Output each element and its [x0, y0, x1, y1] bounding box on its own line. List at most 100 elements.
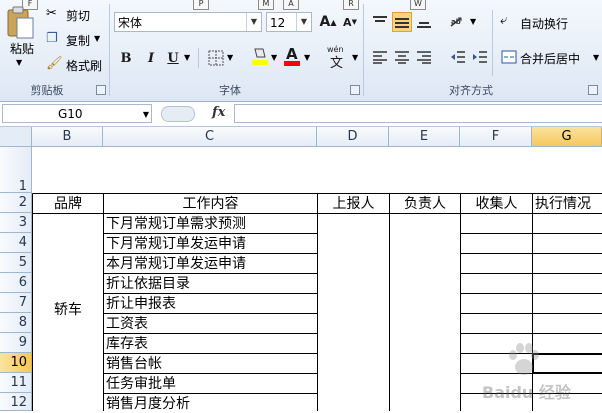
format-painter-label: 格式刷 [66, 59, 103, 73]
align-left-button[interactable] [370, 47, 390, 67]
text-orientation-icon: ab [450, 17, 462, 27]
font-launcher-icon[interactable] [350, 85, 360, 95]
font-color-button[interactable]: A [282, 45, 302, 66]
task-cell[interactable]: 下月常规订单需求预测 [106, 214, 316, 233]
merge-dropdown-icon[interactable]: ▼ [593, 53, 599, 62]
font-size-combo[interactable]: 12 ▼ [266, 12, 312, 32]
scissors-icon: ✂ [46, 6, 57, 21]
underline-icon: U [167, 50, 179, 66]
clipboard-launcher-icon[interactable] [96, 85, 106, 95]
align-middle-icon [395, 18, 409, 28]
formula-input[interactable] [234, 104, 602, 123]
align-right-button[interactable] [414, 47, 434, 67]
task-cell[interactable]: 折让依据目录 [106, 274, 316, 293]
phonetic-button[interactable]: wén 文 [326, 45, 350, 71]
copy-button[interactable]: ❐ 复制 ▼ [46, 31, 106, 49]
copy-dropdown-icon: ▼ [94, 34, 101, 43]
increase-indent-button[interactable] [470, 47, 490, 67]
chevron-down-icon[interactable]: ▼ [246, 13, 261, 31]
phonetic-dropdown-icon[interactable]: ▼ [352, 53, 358, 62]
keytip-page-layout: P [193, 0, 209, 10]
keytip-formulas: M [258, 0, 274, 10]
align-center-button[interactable] [392, 47, 412, 67]
merge-center-button[interactable]: 合并后居中 ▼ [500, 48, 602, 68]
align-left-icon [373, 51, 387, 64]
divider [198, 48, 199, 68]
header-owner[interactable]: 负责人 [390, 194, 460, 213]
borders-dropdown-icon[interactable]: ▼ [227, 53, 233, 62]
align-bottom-button[interactable] [414, 12, 434, 32]
underline-button[interactable]: U [163, 48, 183, 68]
chevron-down-icon[interactable]: ▼ [143, 105, 149, 124]
italic-button[interactable]: I [141, 48, 161, 68]
keytip-review: R [343, 0, 359, 10]
copy-label: 复制 [66, 34, 91, 48]
alignment-launcher-icon[interactable] [588, 85, 598, 95]
ribbon: F P M A R W 粘贴 ▼ ✂ 剪切 ❐ 复制 ▼ 🖌 格式刷 剪贴板 宋… [0, 0, 602, 102]
align-middle-button[interactable] [392, 12, 412, 32]
orientation-dropdown-icon[interactable]: ▼ [470, 17, 476, 26]
paint-bucket-icon [252, 48, 268, 65]
grow-font-button[interactable]: A ▲ [318, 12, 338, 32]
decrease-indent-button[interactable] [448, 47, 468, 67]
task-cell[interactable]: 下月常规订单发运申请 [106, 234, 316, 253]
task-cell[interactable]: 库存表 [106, 334, 316, 353]
italic-icon: I [147, 50, 155, 66]
task-cell[interactable]: 折让申报表 [106, 294, 316, 313]
task-cell[interactable]: 销售月度分析 [106, 394, 316, 411]
bold-icon: B [120, 50, 132, 66]
font-color-dropdown-icon[interactable]: ▼ [304, 53, 310, 62]
worksheet-grid[interactable]: B C D E F G 1 2 3 4 5 6 7 8 9 10 11 12 品… [0, 127, 602, 411]
keytip-view: W [410, 0, 426, 10]
insert-function-icon[interactable]: fx [212, 105, 225, 120]
header-execution[interactable]: 执行情况 [533, 194, 602, 213]
wrap-text-button[interactable]: ⤶ 自动换行 [500, 13, 600, 33]
font-name-value: 宋体 [118, 16, 143, 30]
shrink-font-icon: A [343, 15, 352, 29]
header-collector[interactable]: 收集人 [461, 194, 532, 213]
name-box[interactable]: G10 ▼ [2, 104, 152, 123]
font-group-label: 字体 [219, 84, 241, 97]
bold-button[interactable]: B [116, 48, 136, 68]
phonetic-icon: 文 [330, 56, 344, 71]
underline-dropdown-icon[interactable]: ▼ [184, 53, 190, 62]
clipboard-group-label: 剪贴板 [30, 84, 64, 97]
task-cell[interactable]: 任务审批单 [106, 374, 316, 393]
svg-text:ab: ab [451, 18, 461, 26]
paste-button[interactable]: 粘贴 ▼ [4, 6, 36, 78]
cut-button[interactable]: ✂ 剪切 [46, 6, 106, 24]
paintbrush-icon: 🖌 [46, 56, 63, 71]
align-center-icon [395, 51, 409, 64]
wrap-text-icon: ⤶ [500, 13, 508, 28]
header-work-content[interactable]: 工作内容 [104, 194, 317, 213]
font-name-combo[interactable]: 宋体 ▼ [114, 12, 262, 32]
brand-cell[interactable]: 轿车 [33, 214, 103, 411]
align-top-button[interactable] [370, 12, 390, 32]
chevron-down-icon[interactable]: ▼ [296, 13, 311, 31]
cut-label: 剪切 [66, 9, 91, 23]
task-cell[interactable]: 本月常规订单发运申请 [106, 254, 316, 273]
decrease-indent-icon [451, 51, 465, 63]
shrink-font-button[interactable]: A ▼ [340, 12, 360, 32]
font-size-value: 12 [270, 16, 286, 30]
fill-color-dropdown-icon[interactable]: ▼ [271, 53, 277, 62]
watermark: Baidu 经验 [482, 339, 600, 405]
orientation-button[interactable]: ab [448, 12, 468, 32]
keytip-data: A [283, 0, 299, 10]
alignment-group-label: 对齐方式 [449, 84, 493, 97]
fill-color-button[interactable] [250, 46, 270, 66]
format-painter-button[interactable]: 🖌 格式刷 [46, 56, 106, 74]
task-cell[interactable]: 销售台帐 [106, 354, 316, 373]
borders-button[interactable] [206, 48, 226, 68]
task-cell[interactable]: 工资表 [106, 314, 316, 333]
group-divider [109, 4, 110, 96]
header-reporter[interactable]: 上报人 [318, 194, 389, 213]
grow-font-icon: A [319, 14, 331, 30]
formula-bar-handle[interactable] [161, 106, 195, 122]
copy-icon: ❐ [46, 31, 58, 46]
paste-label: 粘贴 [10, 42, 35, 56]
name-box-value: G10 [58, 107, 83, 121]
divider [492, 10, 493, 76]
merge-center-label: 合并后居中 [520, 52, 581, 66]
header-brand[interactable]: 品牌 [33, 194, 103, 213]
